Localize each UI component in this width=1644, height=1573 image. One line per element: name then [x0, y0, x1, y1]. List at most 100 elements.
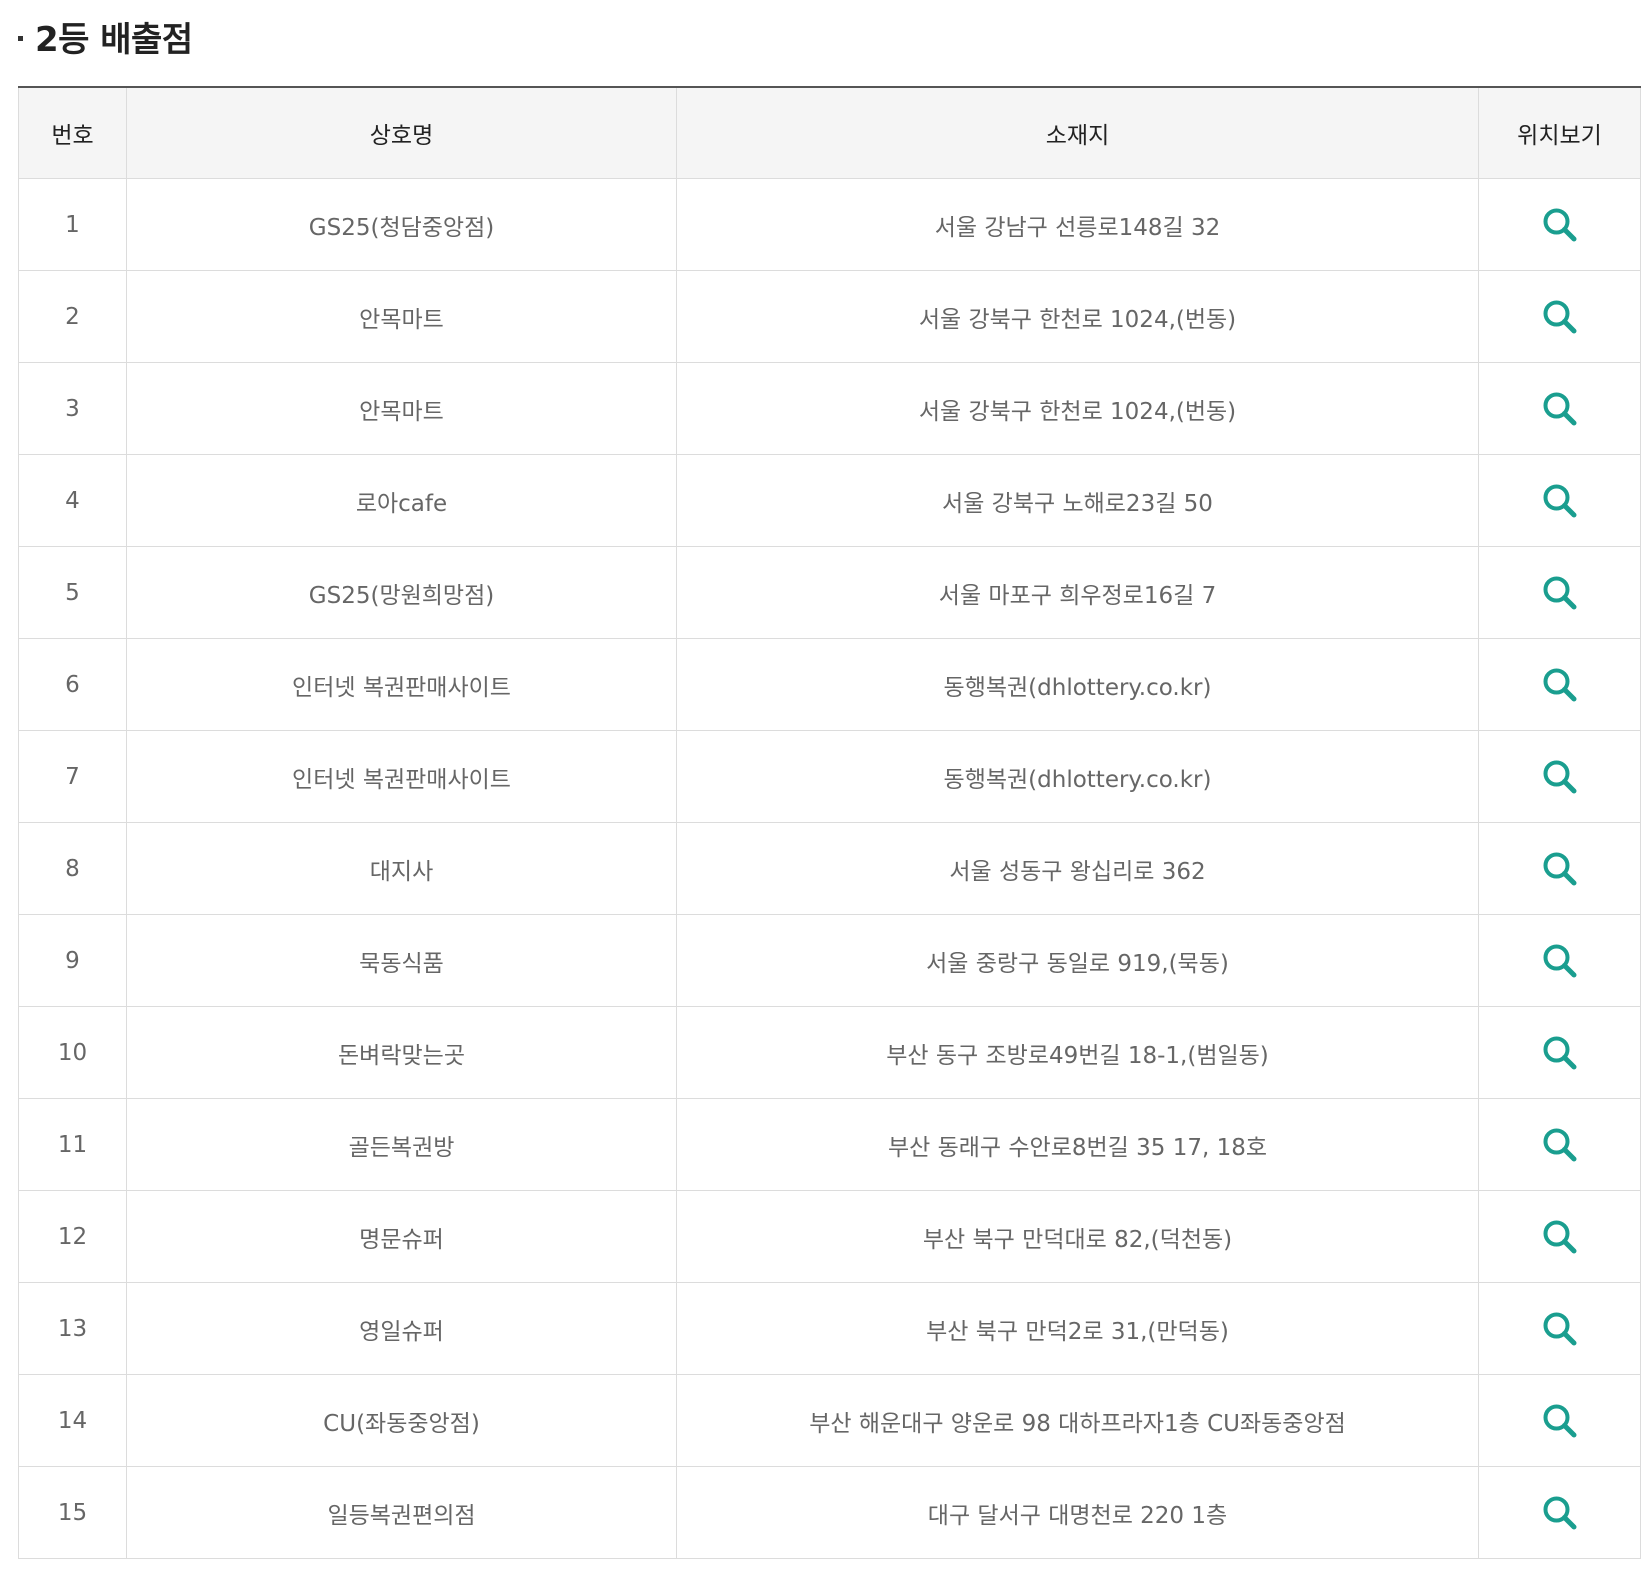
table-row: 3 안목마트 서울 강북구 한천로 1024,(번동) [18, 362, 1641, 455]
search-icon[interactable] [1540, 849, 1580, 889]
table-row: 13 영일슈퍼 부산 북구 만덕2로 31,(만덕동) [18, 1282, 1641, 1375]
search-icon[interactable] [1540, 389, 1580, 429]
map-cell [1478, 730, 1641, 823]
row-number: 13 [18, 1282, 127, 1375]
store-name: 인터넷 복권판매사이트 [126, 730, 677, 823]
store-name: 대지사 [126, 822, 677, 915]
store-name: 영일슈퍼 [126, 1282, 677, 1375]
store-name: 인터넷 복권판매사이트 [126, 638, 677, 731]
store-address: 부산 북구 만덕대로 82,(덕천동) [676, 1190, 1479, 1283]
bullet-icon [18, 35, 23, 41]
map-cell [1478, 362, 1641, 455]
row-number: 15 [18, 1466, 127, 1559]
row-number: 9 [18, 914, 127, 1007]
map-cell [1478, 914, 1641, 1007]
table-row: 5 GS25(망원희망점) 서울 마포구 희우정로16길 7 [18, 546, 1641, 639]
store-address: 서울 강북구 한천로 1024,(번동) [676, 270, 1479, 363]
row-number: 14 [18, 1374, 127, 1467]
header-name: 상호명 [126, 87, 677, 179]
table-body: 1 GS25(청담중앙점) 서울 강남구 선릉로148길 32 2 안목마트 서울 강북구… [18, 178, 1641, 1559]
search-icon[interactable] [1540, 941, 1580, 981]
section-header: 2등 배출점 [18, 10, 193, 62]
header-map: 위치보기 [1478, 87, 1641, 179]
row-number: 2 [18, 270, 127, 363]
search-icon[interactable] [1540, 297, 1580, 337]
store-name: 묵동식품 [126, 914, 677, 1007]
search-icon[interactable] [1540, 1217, 1580, 1257]
store-address: 동행복권(dhlottery.co.kr) [676, 638, 1479, 731]
header-no: 번호 [18, 87, 127, 179]
search-icon[interactable] [1540, 757, 1580, 797]
table-row: 1 GS25(청담중앙점) 서울 강남구 선릉로148길 32 [18, 178, 1641, 271]
store-address: 부산 동구 조방로49번길 18-1,(범일동) [676, 1006, 1479, 1099]
store-address: 부산 동래구 수안로8번길 35 17, 18호 [676, 1098, 1479, 1191]
row-number: 6 [18, 638, 127, 731]
row-number: 10 [18, 1006, 127, 1099]
map-cell [1478, 1374, 1641, 1467]
store-address: 서울 중랑구 동일로 919,(묵동) [676, 914, 1479, 1007]
winning-stores-table: 번호 상호명 소재지 위치보기 1 GS25(청담중앙점) 서울 강남구 선릉로14… [18, 86, 1641, 1559]
store-address: 대구 달서구 대명천로 220 1층 [676, 1466, 1479, 1559]
row-number: 3 [18, 362, 127, 455]
map-cell [1478, 454, 1641, 547]
store-address: 서울 강남구 선릉로148길 32 [676, 178, 1479, 271]
store-name: 일등복권편의점 [126, 1466, 677, 1559]
map-cell [1478, 638, 1641, 731]
row-number: 4 [18, 454, 127, 547]
section-title: 2등 배출점 [35, 19, 193, 60]
map-cell [1478, 270, 1641, 363]
map-cell [1478, 1006, 1641, 1099]
store-name: 명문슈퍼 [126, 1190, 677, 1283]
row-number: 5 [18, 546, 127, 639]
row-number: 12 [18, 1190, 127, 1283]
store-address: 동행복권(dhlottery.co.kr) [676, 730, 1479, 823]
store-address: 서울 강북구 한천로 1024,(번동) [676, 362, 1479, 455]
row-number: 1 [18, 178, 127, 271]
map-cell [1478, 1466, 1641, 1559]
store-name: GS25(망원희망점) [126, 546, 677, 639]
store-name: 골든복권방 [126, 1098, 677, 1191]
search-icon[interactable] [1540, 481, 1580, 521]
store-name: 안목마트 [126, 270, 677, 363]
table-row: 8 대지사 서울 성동구 왕십리로 362 [18, 822, 1641, 915]
search-icon[interactable] [1540, 573, 1580, 613]
table-row: 14 CU(좌동중앙점) 부산 해운대구 양운로 98 대하프라자1층 CU좌동중앙… [18, 1374, 1641, 1467]
store-name: GS25(청담중앙점) [126, 178, 677, 271]
search-icon[interactable] [1540, 665, 1580, 705]
store-name: 로아cafe [126, 454, 677, 547]
header-address: 소재지 [676, 87, 1479, 179]
map-cell [1478, 178, 1641, 271]
table-row: 11 골든복권방 부산 동래구 수안로8번길 35 17, 18호 [18, 1098, 1641, 1191]
store-name: 안목마트 [126, 362, 677, 455]
map-cell [1478, 1098, 1641, 1191]
table-row: 9 묵동식품 서울 중랑구 동일로 919,(묵동) [18, 914, 1641, 1007]
search-icon[interactable] [1540, 1033, 1580, 1073]
table-row: 10 돈벼락맞는곳 부산 동구 조방로49번길 18-1,(범일동) [18, 1006, 1641, 1099]
table-row: 15 일등복권편의점 대구 달서구 대명천로 220 1층 [18, 1466, 1641, 1559]
store-address: 서울 마포구 희우정로16길 7 [676, 546, 1479, 639]
table-row: 7 인터넷 복권판매사이트 동행복권(dhlottery.co.kr) [18, 730, 1641, 823]
store-address: 부산 해운대구 양운로 98 대하프라자1층 CU좌동중앙점 [676, 1374, 1479, 1467]
search-icon[interactable] [1540, 1309, 1580, 1349]
table-row: 12 명문슈퍼 부산 북구 만덕대로 82,(덕천동) [18, 1190, 1641, 1283]
map-cell [1478, 1190, 1641, 1283]
store-name: CU(좌동중앙점) [126, 1374, 677, 1467]
row-number: 7 [18, 730, 127, 823]
store-address: 서울 성동구 왕십리로 362 [676, 822, 1479, 915]
store-address: 서울 강북구 노해로23길 50 [676, 454, 1479, 547]
page: 2등 배출점 번호 상호명 소재지 위치보기 1 GS25(청담중앙점) 서울 강남… [0, 0, 1644, 1573]
search-icon[interactable] [1540, 1493, 1580, 1533]
search-icon[interactable] [1540, 1125, 1580, 1165]
table-row: 6 인터넷 복권판매사이트 동행복권(dhlottery.co.kr) [18, 638, 1641, 731]
search-icon[interactable] [1540, 1401, 1580, 1441]
row-number: 11 [18, 1098, 127, 1191]
row-number: 8 [18, 822, 127, 915]
map-cell [1478, 546, 1641, 639]
map-cell [1478, 822, 1641, 915]
search-icon[interactable] [1540, 205, 1580, 245]
table-row: 4 로아cafe 서울 강북구 노해로23길 50 [18, 454, 1641, 547]
store-address: 부산 북구 만덕2로 31,(만덕동) [676, 1282, 1479, 1375]
map-cell [1478, 1282, 1641, 1375]
store-name: 돈벼락맞는곳 [126, 1006, 677, 1099]
table-header-row: 번호 상호명 소재지 위치보기 [18, 87, 1641, 179]
